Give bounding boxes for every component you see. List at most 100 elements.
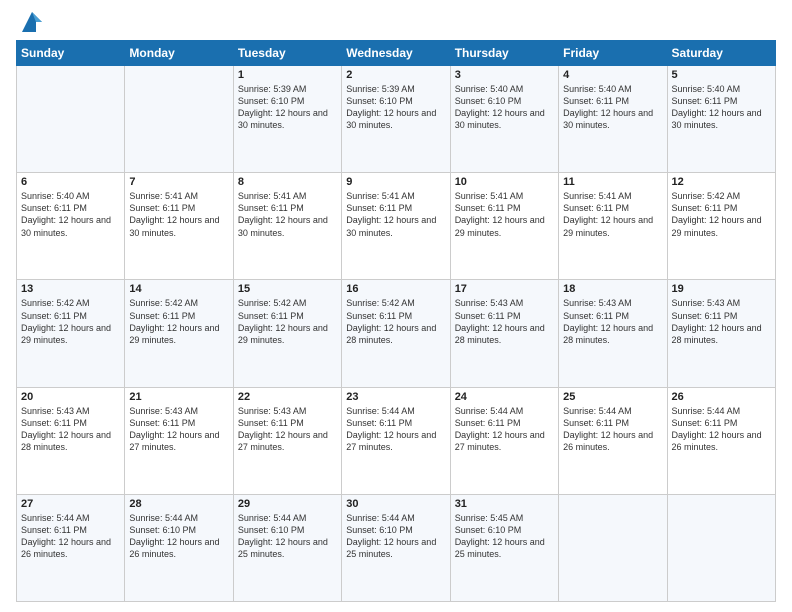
day-number: 4	[563, 69, 662, 81]
day-info: Sunrise: 5:43 AM Sunset: 6:11 PM Dayligh…	[672, 297, 771, 346]
page: SundayMondayTuesdayWednesdayThursdayFrid…	[0, 0, 792, 612]
logo	[16, 10, 46, 36]
day-info: Sunrise: 5:41 AM Sunset: 6:11 PM Dayligh…	[238, 190, 337, 239]
day-number: 28	[129, 498, 228, 510]
calendar-week-0: 1Sunrise: 5:39 AM Sunset: 6:10 PM Daylig…	[17, 66, 776, 173]
day-info: Sunrise: 5:44 AM Sunset: 6:10 PM Dayligh…	[238, 512, 337, 561]
day-number: 2	[346, 69, 445, 81]
day-number: 5	[672, 69, 771, 81]
weekday-header-row: SundayMondayTuesdayWednesdayThursdayFrid…	[17, 41, 776, 66]
weekday-header-monday: Monday	[125, 41, 233, 66]
calendar-cell: 14 Sunrise: 5:42 AM Sunset: 6:11 PM Dayli…	[125, 280, 233, 387]
calendar-cell: 27 Sunrise: 5:44 AM Sunset: 6:11 PM Dayli…	[17, 494, 125, 601]
calendar-cell: 1Sunrise: 5:39 AM Sunset: 6:10 PM Daylig…	[233, 66, 341, 173]
calendar-cell: 11Sunrise: 5:41 AM Sunset: 6:11 PM Dayli…	[559, 173, 667, 280]
calendar-cell: 12 Sunrise: 5:42 AM Sunset: 6:11 PM Dayli…	[667, 173, 775, 280]
day-number: 26	[672, 391, 771, 403]
day-number: 8	[238, 176, 337, 188]
weekday-header-wednesday: Wednesday	[342, 41, 450, 66]
calendar-cell: 15 Sunrise: 5:42 AM Sunset: 6:11 PM Dayli…	[233, 280, 341, 387]
day-info: Sunrise: 5:44 AM Sunset: 6:11 PM Dayligh…	[563, 405, 662, 454]
calendar-week-4: 27 Sunrise: 5:44 AM Sunset: 6:11 PM Dayli…	[17, 494, 776, 601]
day-info: Sunrise: 5:39 AM Sunset: 6:10 PM Dayligh…	[238, 83, 337, 132]
day-number: 15	[238, 283, 337, 295]
day-number: 21	[129, 391, 228, 403]
day-info: Sunrise: 5:43 AM Sunset: 6:11 PM Dayligh…	[238, 405, 337, 454]
calendar-cell: 23Sunrise: 5:44 AM Sunset: 6:11 PM Dayli…	[342, 387, 450, 494]
day-info: Sunrise: 5:40 AM Sunset: 6:11 PM Dayligh…	[672, 83, 771, 132]
calendar-cell: 16 Sunrise: 5:42 AM Sunset: 6:11 PM Dayli…	[342, 280, 450, 387]
logo-icon	[18, 8, 46, 36]
calendar-cell: 5 Sunrise: 5:40 AM Sunset: 6:11 PM Daylig…	[667, 66, 775, 173]
day-info: Sunrise: 5:42 AM Sunset: 6:11 PM Dayligh…	[238, 297, 337, 346]
day-number: 9	[346, 176, 445, 188]
day-number: 18	[563, 283, 662, 295]
day-number: 20	[21, 391, 120, 403]
day-info: Sunrise: 5:40 AM Sunset: 6:11 PM Dayligh…	[21, 190, 120, 239]
day-number: 31	[455, 498, 554, 510]
day-number: 30	[346, 498, 445, 510]
day-number: 7	[129, 176, 228, 188]
day-number: 27	[21, 498, 120, 510]
day-info: Sunrise: 5:41 AM Sunset: 6:11 PM Dayligh…	[129, 190, 228, 239]
calendar-week-1: 6 Sunrise: 5:40 AM Sunset: 6:11 PM Daylig…	[17, 173, 776, 280]
calendar-cell: 10 Sunrise: 5:41 AM Sunset: 6:11 PM Dayli…	[450, 173, 558, 280]
calendar-cell: 9 Sunrise: 5:41 AM Sunset: 6:11 PM Daylig…	[342, 173, 450, 280]
day-number: 13	[21, 283, 120, 295]
day-info: Sunrise: 5:40 AM Sunset: 6:11 PM Dayligh…	[563, 83, 662, 132]
day-number: 24	[455, 391, 554, 403]
day-number: 29	[238, 498, 337, 510]
day-number: 16	[346, 283, 445, 295]
day-info: Sunrise: 5:44 AM Sunset: 6:11 PM Dayligh…	[21, 512, 120, 561]
day-number: 6	[21, 176, 120, 188]
calendar-cell: 2 Sunrise: 5:39 AM Sunset: 6:10 PM Daylig…	[342, 66, 450, 173]
weekday-header-saturday: Saturday	[667, 41, 775, 66]
calendar-cell: 21 Sunrise: 5:43 AM Sunset: 6:11 PM Dayli…	[125, 387, 233, 494]
day-number: 17	[455, 283, 554, 295]
day-number: 22	[238, 391, 337, 403]
calendar-cell	[667, 494, 775, 601]
day-info: Sunrise: 5:44 AM Sunset: 6:10 PM Dayligh…	[346, 512, 445, 561]
day-number: 23	[346, 391, 445, 403]
day-info: Sunrise: 5:42 AM Sunset: 6:11 PM Dayligh…	[672, 190, 771, 239]
calendar-cell	[125, 66, 233, 173]
day-number: 11	[563, 176, 662, 188]
weekday-header-thursday: Thursday	[450, 41, 558, 66]
day-info: Sunrise: 5:44 AM Sunset: 6:10 PM Dayligh…	[129, 512, 228, 561]
weekday-header-tuesday: Tuesday	[233, 41, 341, 66]
calendar-cell	[17, 66, 125, 173]
calendar-cell: 13Sunrise: 5:42 AM Sunset: 6:11 PM Dayli…	[17, 280, 125, 387]
calendar-cell: 30 Sunrise: 5:44 AM Sunset: 6:10 PM Dayli…	[342, 494, 450, 601]
day-number: 19	[672, 283, 771, 295]
day-number: 12	[672, 176, 771, 188]
day-info: Sunrise: 5:43 AM Sunset: 6:11 PM Dayligh…	[563, 297, 662, 346]
calendar-cell: 31 Sunrise: 5:45 AM Sunset: 6:10 PM Dayli…	[450, 494, 558, 601]
day-info: Sunrise: 5:42 AM Sunset: 6:11 PM Dayligh…	[346, 297, 445, 346]
calendar-cell: 8 Sunrise: 5:41 AM Sunset: 6:11 PM Daylig…	[233, 173, 341, 280]
day-info: Sunrise: 5:41 AM Sunset: 6:11 PM Dayligh…	[455, 190, 554, 239]
calendar-cell: 24 Sunrise: 5:44 AM Sunset: 6:11 PM Dayli…	[450, 387, 558, 494]
day-info: Sunrise: 5:40 AM Sunset: 6:10 PM Dayligh…	[455, 83, 554, 132]
calendar: SundayMondayTuesdayWednesdayThursdayFrid…	[16, 40, 776, 602]
calendar-cell: 28 Sunrise: 5:44 AM Sunset: 6:10 PM Dayli…	[125, 494, 233, 601]
calendar-cell: 18 Sunrise: 5:43 AM Sunset: 6:11 PM Dayli…	[559, 280, 667, 387]
day-info: Sunrise: 5:39 AM Sunset: 6:10 PM Dayligh…	[346, 83, 445, 132]
calendar-cell: 3 Sunrise: 5:40 AM Sunset: 6:10 PM Daylig…	[450, 66, 558, 173]
calendar-cell	[559, 494, 667, 601]
day-info: Sunrise: 5:43 AM Sunset: 6:11 PM Dayligh…	[455, 297, 554, 346]
day-number: 25	[563, 391, 662, 403]
day-number: 3	[455, 69, 554, 81]
day-number: 14	[129, 283, 228, 295]
day-info: Sunrise: 5:41 AM Sunset: 6:11 PM Dayligh…	[346, 190, 445, 239]
calendar-cell: 22 Sunrise: 5:43 AM Sunset: 6:11 PM Dayli…	[233, 387, 341, 494]
day-info: Sunrise: 5:45 AM Sunset: 6:10 PM Dayligh…	[455, 512, 554, 561]
header	[16, 10, 776, 36]
calendar-cell: 6 Sunrise: 5:40 AM Sunset: 6:11 PM Daylig…	[17, 173, 125, 280]
calendar-cell: 26Sunrise: 5:44 AM Sunset: 6:11 PM Dayli…	[667, 387, 775, 494]
day-info: Sunrise: 5:43 AM Sunset: 6:11 PM Dayligh…	[21, 405, 120, 454]
calendar-cell: 17 Sunrise: 5:43 AM Sunset: 6:11 PM Dayli…	[450, 280, 558, 387]
day-info: Sunrise: 5:44 AM Sunset: 6:11 PM Dayligh…	[455, 405, 554, 454]
day-info: Sunrise: 5:42 AM Sunset: 6:11 PM Dayligh…	[129, 297, 228, 346]
day-number: 10	[455, 176, 554, 188]
day-info: Sunrise: 5:43 AM Sunset: 6:11 PM Dayligh…	[129, 405, 228, 454]
